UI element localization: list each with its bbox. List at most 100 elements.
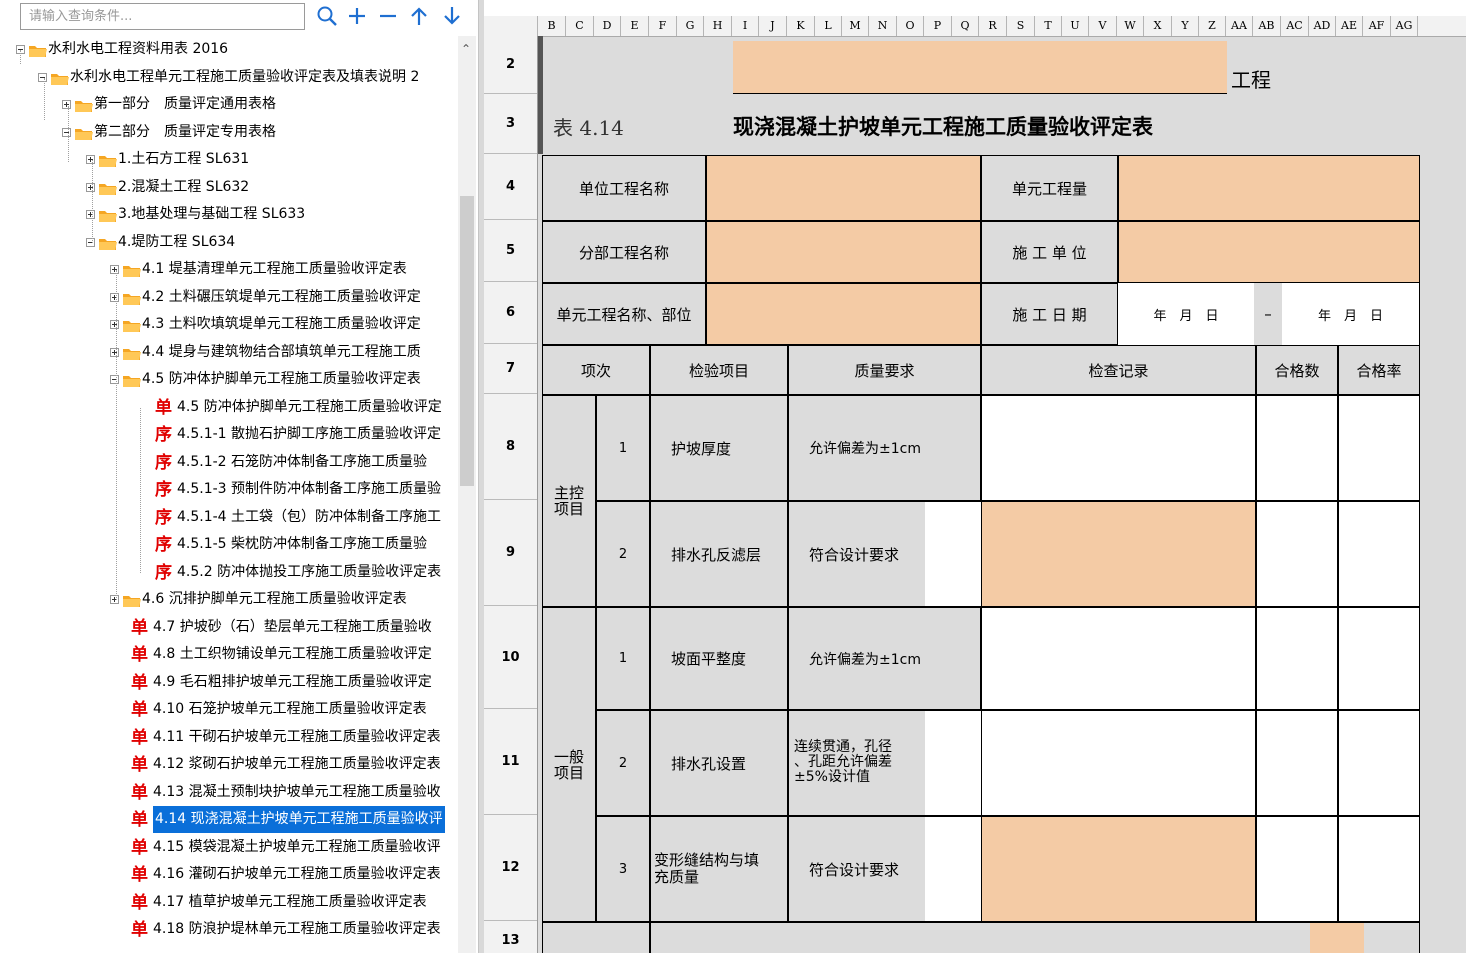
column-header-cell[interactable]: Q bbox=[952, 16, 979, 36]
column-header-cell[interactable]: AG bbox=[1391, 16, 1418, 36]
column-header-cell[interactable]: C bbox=[566, 16, 594, 36]
row-header-cell[interactable]: 3 bbox=[484, 94, 537, 154]
division-name-field[interactable] bbox=[706, 221, 981, 283]
tree-node[interactable]: 序 4.5.1-5 柴枕防冲体制备工序施工质量验 bbox=[0, 531, 460, 558]
tree-node[interactable]: 序 4.5.2 防冲体抛投工序施工质量验收评定表 bbox=[0, 559, 460, 586]
tree-node[interactable]: 序 4.5.1-3 预制件防冲体制备工序施工质量验 bbox=[0, 476, 460, 503]
column-header-cell[interactable]: W bbox=[1117, 16, 1144, 36]
constructor-field[interactable] bbox=[1118, 221, 1420, 283]
row-header-cell[interactable]: 11 bbox=[484, 709, 537, 815]
column-header-cell[interactable]: AF bbox=[1363, 16, 1391, 36]
tree-node[interactable]: 1.土石方工程 SL631 bbox=[0, 146, 460, 173]
tree-node[interactable]: 水利水电工程资料用表 2016 bbox=[0, 36, 460, 63]
expand-icon[interactable] bbox=[110, 348, 119, 357]
tree-node[interactable]: 4.5 防冲体护脚单元工程施工质量验收评定表 bbox=[0, 366, 460, 393]
column-header-cell[interactable]: AC bbox=[1281, 16, 1309, 36]
r11-record[interactable] bbox=[981, 710, 1256, 816]
r8-pass-count[interactable] bbox=[1256, 395, 1338, 501]
column-header-cell[interactable]: J bbox=[759, 16, 787, 36]
column-header-cell[interactable]: B bbox=[538, 16, 566, 36]
scrollbar-thumb[interactable] bbox=[460, 196, 474, 486]
tree-node[interactable]: 4.堤防工程 SL634 bbox=[0, 229, 460, 256]
tree-node[interactable]: 4.4 堤身与建筑物结合部填筑单元工程施工质 bbox=[0, 339, 460, 366]
tree-node[interactable]: 单 4.11 干砌石护坡单元工程施工质量验收评定表 bbox=[0, 724, 460, 751]
unit-qty-field[interactable] bbox=[1118, 155, 1420, 221]
column-header-cell[interactable]: G bbox=[677, 16, 704, 36]
row-header-cell[interactable]: 8 bbox=[484, 394, 537, 500]
r10-pass-rate[interactable] bbox=[1338, 607, 1420, 710]
tree-node[interactable]: 4.1 堤基清理单元工程施工质量验收评定表 bbox=[0, 256, 460, 283]
tree-node[interactable]: 单 4.10 石笼护坡单元工程施工质量验收评定表 bbox=[0, 696, 460, 723]
tree-node[interactable]: 单 4.14 现浇混凝土护坡单元工程施工质量验收评 bbox=[0, 806, 460, 833]
tree-node[interactable]: 3.地基处理与基础工程 SL633 bbox=[0, 201, 460, 228]
r8-pass-rate[interactable] bbox=[1338, 395, 1420, 501]
column-header-cell[interactable]: V bbox=[1089, 16, 1117, 36]
row-header-cell[interactable]: 10 bbox=[484, 606, 537, 709]
collapse-icon[interactable] bbox=[62, 128, 71, 137]
tree-node[interactable]: 2.混凝土工程 SL632 bbox=[0, 174, 460, 201]
tree-node[interactable]: 单 4.18 防浪护堤林单元工程施工质量验收评定表 bbox=[0, 916, 460, 943]
tree-node[interactable]: 4.6 沉排护脚单元工程施工质量验收评定表 bbox=[0, 586, 460, 613]
expand-icon[interactable] bbox=[110, 265, 119, 274]
search-icon[interactable] bbox=[316, 5, 338, 27]
tree-node[interactable]: 单 4.8 土工织物铺设单元工程施工质量验收评定 bbox=[0, 641, 460, 668]
row-header-cell[interactable]: 9 bbox=[484, 500, 537, 606]
column-header-cell[interactable]: D bbox=[594, 16, 621, 36]
column-header-cell[interactable]: AE bbox=[1336, 16, 1363, 36]
column-header-cell[interactable]: P bbox=[924, 16, 952, 36]
r11-pass-rate[interactable] bbox=[1338, 710, 1420, 816]
r9-pass-count[interactable] bbox=[1256, 501, 1338, 607]
row-header-cell[interactable]: 7 bbox=[484, 344, 537, 394]
row-header-cell[interactable]: 4 bbox=[484, 154, 537, 220]
column-header-cell[interactable]: L bbox=[815, 16, 842, 36]
tree-scrollbar[interactable]: ⌃ bbox=[458, 36, 476, 953]
column-header-cell[interactable]: Y bbox=[1172, 16, 1199, 36]
tree-node[interactable]: 单 4.17 植草护坡单元工程施工质量验收评定表 bbox=[0, 889, 460, 916]
search-input[interactable]: 请输入查询条件... bbox=[20, 3, 305, 30]
scroll-up-icon[interactable]: ⌃ bbox=[461, 42, 471, 56]
row-header-cell[interactable]: 6 bbox=[484, 282, 537, 344]
column-header-cell[interactable]: F bbox=[649, 16, 677, 36]
tree-node[interactable]: 水利水电工程单元工程施工质量验收评定表及填表说明 2 bbox=[0, 64, 460, 91]
tree-node[interactable]: 单 4.13 混凝土预制块护坡单元工程施工质量验收 bbox=[0, 779, 460, 806]
tree-node[interactable]: 序 4.5.1-1 散抛石护脚工序施工质量验收评定 bbox=[0, 421, 460, 448]
arrow-up-icon[interactable] bbox=[408, 5, 430, 27]
column-header-cell[interactable]: AA bbox=[1226, 16, 1253, 36]
column-header-cell[interactable]: X bbox=[1144, 16, 1172, 36]
row-header-cell[interactable]: 13 bbox=[484, 921, 537, 953]
tree-node[interactable]: 单 4.15 模袋混凝土护坡单元工程施工质量验收评 bbox=[0, 834, 460, 861]
column-header-cell[interactable]: M bbox=[842, 16, 869, 36]
tree-node[interactable]: 单 4.7 护坡砂（石）垫层单元工程施工质量验收 bbox=[0, 614, 460, 641]
column-header-cell[interactable]: E bbox=[621, 16, 649, 36]
plus-icon[interactable] bbox=[346, 5, 368, 27]
column-header-cell[interactable]: N bbox=[869, 16, 897, 36]
tree-node[interactable]: 单 4.9 毛石粗排护坡单元工程施工质量验收评定 bbox=[0, 669, 460, 696]
column-header-cell[interactable]: O bbox=[897, 16, 924, 36]
column-header-cell[interactable]: R bbox=[979, 16, 1007, 36]
column-header-cell[interactable]: K bbox=[787, 16, 815, 36]
tree-node[interactable]: 单 4.5 防冲体护脚单元工程施工质量验收评定 bbox=[0, 394, 460, 421]
unit-name-field[interactable] bbox=[706, 155, 981, 221]
tree-node[interactable]: 单 4.16 灌砌石护坡单元工程施工质量验收评定表 bbox=[0, 861, 460, 888]
tree-node[interactable]: 4.3 土料吹填筑堤单元工程施工质量验收评定 bbox=[0, 311, 460, 338]
column-header-cell[interactable]: S bbox=[1007, 16, 1035, 36]
collapse-icon[interactable] bbox=[38, 73, 47, 82]
expand-icon[interactable] bbox=[62, 100, 71, 109]
collapse-icon[interactable] bbox=[86, 238, 95, 247]
r12-pass-count[interactable] bbox=[1256, 816, 1338, 922]
tree-node[interactable]: 序 4.5.1-2 石笼防冲体制备工序施工质量验 bbox=[0, 449, 460, 476]
r10-pass-count[interactable] bbox=[1256, 607, 1338, 710]
row-header-cell[interactable]: 12 bbox=[484, 815, 537, 921]
expand-icon[interactable] bbox=[86, 183, 95, 192]
r13-field[interactable] bbox=[1310, 923, 1364, 953]
collapse-icon[interactable] bbox=[110, 375, 119, 384]
column-header-cell[interactable]: T bbox=[1035, 16, 1062, 36]
expand-icon[interactable] bbox=[86, 155, 95, 164]
r11-pass-count[interactable] bbox=[1256, 710, 1338, 816]
sheet-corner[interactable] bbox=[484, 16, 538, 36]
r9-pass-rate[interactable] bbox=[1338, 501, 1420, 607]
tree-node[interactable]: 单 4.12 浆砌石护坡单元工程施工质量验收评定表 bbox=[0, 751, 460, 778]
column-header-cell[interactable]: AB bbox=[1253, 16, 1281, 36]
column-header-cell[interactable]: Z bbox=[1199, 16, 1226, 36]
tree-node[interactable]: 第二部分 质量评定专用表格 bbox=[0, 119, 460, 146]
